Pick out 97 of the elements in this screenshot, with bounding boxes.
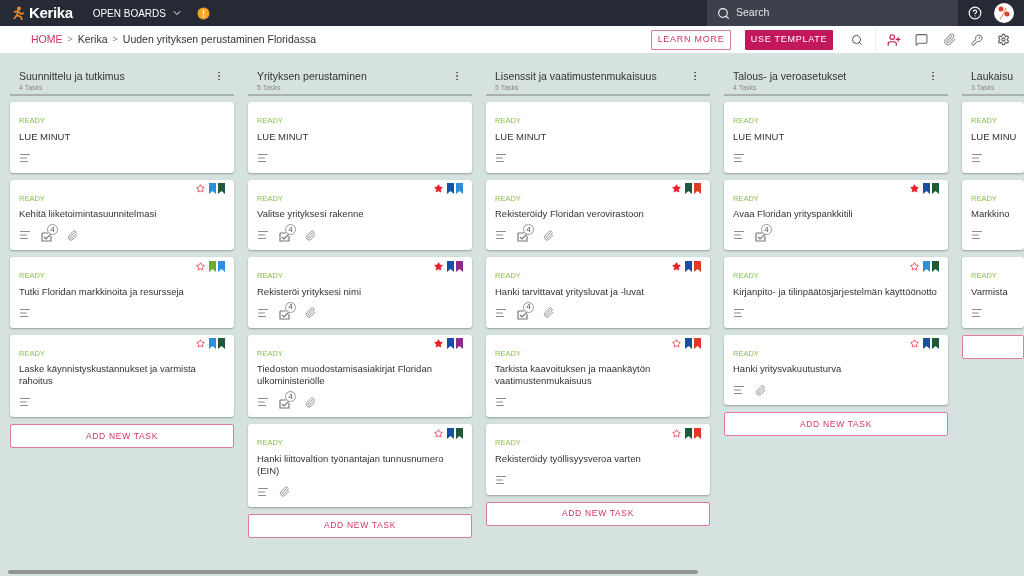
- star-icon[interactable]: [196, 184, 205, 193]
- logo-text[interactable]: Kerika: [29, 1, 73, 25]
- task-title: Rekisteröidy työllisyysveroa varten: [495, 452, 642, 465]
- star-icon[interactable]: [672, 428, 681, 438]
- notes-icon: [257, 229, 269, 241]
- notes-icon: [495, 396, 507, 408]
- search-icon[interactable]: [851, 33, 863, 46]
- settings-icon[interactable]: [997, 33, 1010, 46]
- notes-icon: [257, 485, 269, 498]
- attachment-icon: [755, 384, 766, 396]
- task-title: Rekisteröi yrityksesi nimi: [257, 285, 362, 298]
- notes-icon: [733, 384, 745, 396]
- star-icon[interactable]: [910, 261, 919, 271]
- task-title: Avaa Floridan yrityspankkitili: [733, 208, 854, 220]
- attachment-icon: [543, 229, 554, 241]
- help-icon[interactable]: [968, 6, 982, 20]
- notes-icon: [733, 306, 745, 319]
- notes-icon: [19, 151, 31, 164]
- notes-icon: [495, 229, 507, 241]
- column-title: Yrityksen perustaminen: [257, 69, 368, 83]
- task-title: Kehitä liiketoimintasuunnitelmasi: [19, 208, 158, 220]
- task-title: Tutki Floridan markkinoita ja resursseja: [19, 285, 185, 298]
- breadcrumb-separator: >: [112, 32, 118, 46]
- task-title: Laske käynnistyskustannukset ja varmista rahoitus: [19, 363, 197, 387]
- chat-icon[interactable]: [915, 33, 928, 46]
- column-title: Suunnittelu ja tutkimus: [19, 69, 126, 83]
- notes-icon: [257, 151, 269, 164]
- star-icon[interactable]: [434, 184, 443, 193]
- add-task-button[interactable]: ADD NEW TASK: [724, 412, 948, 436]
- star-icon[interactable]: [196, 261, 205, 271]
- use-template-button[interactable]: USE TEMPLATE: [745, 29, 833, 50]
- notes-icon: [971, 151, 983, 164]
- task-title: Valitse yrityksesi rakenne: [257, 208, 365, 220]
- star-icon[interactable]: [434, 339, 443, 348]
- notes-icon: [733, 229, 745, 241]
- notes-icon: [495, 473, 507, 486]
- attachment-icon: [67, 229, 78, 241]
- notes-icon: [733, 151, 745, 164]
- notes-icon: [19, 306, 31, 319]
- attachment-icon: [543, 307, 554, 318]
- task-title: Hanki tarvittavat yritysluvat ja -luvat: [495, 285, 645, 298]
- notes-icon: [257, 396, 269, 408]
- breadcrumb-separator: >: [67, 32, 73, 46]
- star-icon[interactable]: [196, 339, 205, 348]
- task-title: Hanki yritysvakuutusturva: [733, 363, 843, 375]
- search-input[interactable]: Search: [736, 5, 936, 21]
- attachment-icon: [305, 229, 316, 241]
- notes-icon: [19, 229, 31, 241]
- attachment-icon[interactable]: [943, 33, 956, 46]
- column-title: Lisenssit ja vaatimustenmukaisuus: [495, 69, 658, 83]
- learn-more-button[interactable]: LEARN MORE: [651, 29, 731, 50]
- notes-icon: [971, 306, 983, 319]
- open-boards-menu[interactable]: OPEN BOARDS: [92, 5, 183, 21]
- breadcrumb-link[interactable]: HOME: [31, 31, 63, 48]
- add-task-button[interactable]: ADD NEW TASK: [10, 424, 234, 448]
- star-icon[interactable]: [672, 261, 681, 271]
- attachment-icon: [279, 486, 290, 497]
- scrollbar[interactable]: [8, 570, 698, 574]
- notes-icon: [495, 306, 507, 319]
- column-title: Talous- ja veroasetukset: [733, 69, 848, 83]
- breadcrumb-link[interactable]: Uuden yrityksen perustaminen Floridassa: [122, 31, 316, 48]
- star-icon[interactable]: [672, 339, 681, 348]
- logo-icon: [12, 6, 25, 20]
- attachment-icon: [305, 396, 316, 408]
- notes-icon: [19, 396, 31, 408]
- add-task-button[interactable]: ADD NEW TASK: [248, 513, 472, 538]
- task-title: LUE MINUT: [495, 130, 548, 143]
- star-icon[interactable]: [434, 428, 443, 438]
- star-icon[interactable]: [910, 184, 919, 193]
- task-title: Hanki liittovaltion työnantajan tunnusnumero (EIN): [257, 452, 445, 477]
- task-title: Varmista: [971, 285, 1009, 298]
- avatar[interactable]: [994, 3, 1014, 23]
- add-person-icon[interactable]: [887, 32, 901, 47]
- star-icon[interactable]: [910, 339, 919, 348]
- search-field[interactable]: Search: [707, 0, 958, 26]
- star-icon[interactable]: [672, 184, 681, 193]
- task-title: Tarkista kaavoituksen ja maankäytön vaatimustenmukaisuus: [495, 363, 652, 387]
- column-title: Laukaisu: [971, 69, 1015, 83]
- task-title: Rekisteröidy Floridan verovirastoon: [495, 208, 645, 220]
- task-title: LUE MINUT: [257, 130, 310, 143]
- warning-icon[interactable]: [197, 6, 210, 20]
- notes-icon: [971, 229, 983, 241]
- attachment-icon: [305, 307, 316, 318]
- add-task-button[interactable]: [962, 334, 1024, 359]
- task-title: Kirjanpito- ja tilinpäätösjärjestelmän käyttöönotto: [733, 285, 938, 298]
- task-title: Markkino: [971, 208, 1011, 220]
- task-title: LUE MINUT: [19, 130, 72, 143]
- star-icon[interactable]: [434, 261, 443, 271]
- task-title: LUE MINUT: [733, 130, 786, 143]
- notes-icon: [495, 151, 507, 164]
- breadcrumb-link[interactable]: Kerika: [77, 31, 108, 48]
- task-title: LUE MINU: [971, 130, 1015, 143]
- search-icon[interactable]: [717, 6, 730, 20]
- key-icon[interactable]: [971, 33, 983, 46]
- notes-icon: [257, 306, 269, 319]
- add-task-button[interactable]: ADD NEW TASK: [486, 501, 710, 526]
- task-title: Tiedoston muodostamisasiakirjat Floridan ulkoministeriölle: [257, 363, 433, 387]
